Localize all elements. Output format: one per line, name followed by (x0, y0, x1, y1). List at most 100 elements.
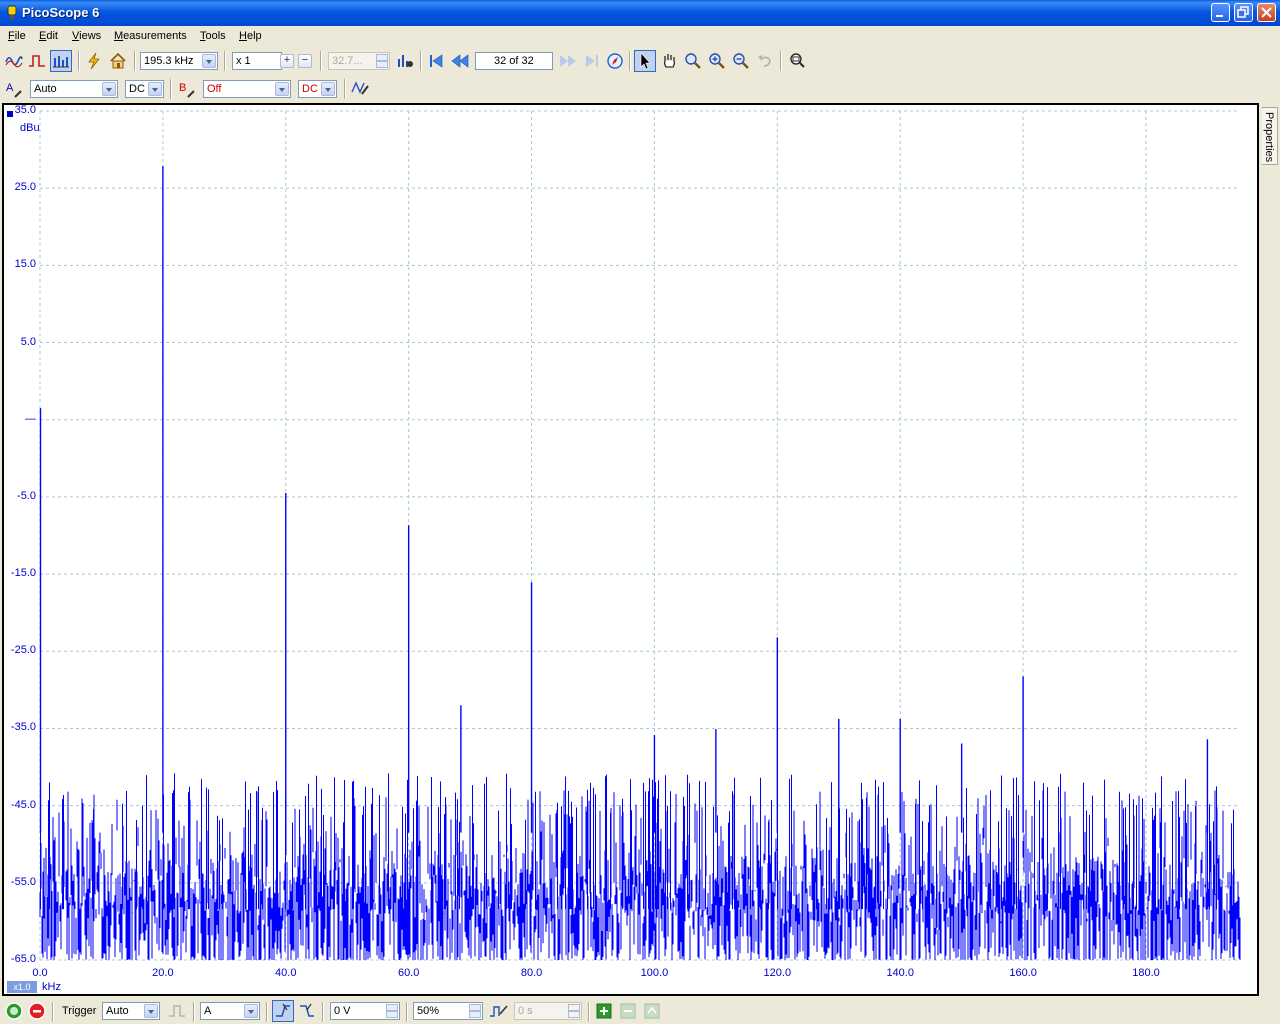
scope-mode-button[interactable] (3, 50, 25, 72)
minus-icon: − (301, 54, 309, 66)
buffer-position-field[interactable]: 32 of 32 (475, 52, 553, 70)
stop-button[interactable] (26, 1000, 48, 1022)
default-setup-button[interactable] (107, 50, 129, 72)
toolbar-separator (344, 79, 346, 99)
chevron-down-icon[interactable] (102, 82, 116, 96)
pretrigger-input[interactable]: 50% (413, 1002, 483, 1020)
menu-views[interactable]: Views (72, 30, 101, 42)
frequency-select[interactable]: 195.3 kHz (140, 52, 218, 70)
toolbar-separator (406, 1002, 408, 1022)
delay-value: 0 s (518, 1005, 533, 1017)
trigger-source-value: A (204, 1005, 212, 1017)
toolbar-separator (224, 51, 226, 71)
x-tick-label: 60.0 (397, 967, 420, 979)
skip-first-icon (430, 54, 443, 68)
pointer-tool-button[interactable] (634, 50, 656, 72)
trigger-delay-icon (490, 1005, 508, 1017)
menu-file[interactable]: File (8, 30, 26, 42)
rising-edge-icon (276, 1003, 290, 1017)
post-trigger-delay-button[interactable] (488, 1000, 510, 1022)
minimize-button[interactable] (1211, 3, 1230, 22)
toolbar-separator (193, 1002, 195, 1022)
menu-help[interactable]: Help (239, 30, 262, 42)
channel-a-coupling-value: DC (129, 83, 145, 95)
spectrum-mode-button[interactable] (50, 50, 72, 72)
spin-up-icon[interactable] (386, 1004, 398, 1011)
zoom-increase-button[interactable]: + (280, 54, 294, 68)
channel-a-range-select[interactable]: Auto (30, 80, 118, 98)
x-scale-badge[interactable]: x1.0 (7, 981, 37, 993)
edit-measurement-button (641, 1000, 663, 1022)
spectrum-trace (39, 166, 1241, 960)
spin-down-icon[interactable] (386, 1011, 398, 1018)
zoom-tool-button[interactable] (682, 50, 704, 72)
add-measurement-button[interactable] (593, 1000, 615, 1022)
spin-up-icon[interactable] (469, 1004, 481, 1011)
last-buffer-button (581, 50, 603, 72)
toolbar-separator (629, 51, 631, 71)
trigger-level-value: 0 V (334, 1005, 351, 1017)
trigger-mode-value: Auto (106, 1005, 129, 1017)
falling-edge-button[interactable] (296, 1000, 318, 1022)
menu-tools[interactable]: Tools (200, 30, 226, 42)
trigger-label: Trigger (62, 1005, 97, 1017)
rewind-icon (451, 54, 469, 68)
rising-edge-button[interactable] (272, 1000, 294, 1022)
channel-a-coupling-select[interactable]: DC (125, 80, 164, 98)
channel-b-label[interactable]: B (179, 82, 186, 94)
y-tick-label: 5.0 (20, 335, 36, 348)
sine-wave-icon (5, 56, 23, 68)
properties-tab[interactable]: Properties (1262, 107, 1278, 165)
chevron-down-icon[interactable] (202, 54, 216, 68)
spin-down-icon[interactable] (469, 1011, 481, 1018)
trigger-mode-select[interactable]: Auto (102, 1002, 160, 1020)
spectrum-view[interactable]: 35.0 25.0 15.0 5.0 — -5.0 -15.0 -25.0 -35.0 -45.0… (2, 103, 1259, 996)
fast-forward-icon (560, 55, 576, 67)
channel-b-coupling-select[interactable]: DC (298, 80, 337, 98)
auto-setup-button[interactable] (83, 50, 105, 72)
delay-input: 0 s (514, 1002, 582, 1020)
buffer-navigator-button[interactable] (604, 50, 626, 72)
hand-tool-button[interactable] (658, 50, 680, 72)
spectrum-chart[interactable] (4, 105, 1257, 994)
toolbar-separator (588, 1002, 590, 1022)
zoom-in-button[interactable] (706, 50, 728, 72)
channel-a-label[interactable]: A (6, 82, 13, 94)
persistence-mode-button[interactable] (26, 50, 48, 72)
zoom-factor-value: x 1 (236, 55, 251, 67)
maximize-button[interactable] (1234, 3, 1253, 22)
chevron-down-icon[interactable] (148, 82, 162, 96)
channel-a-range-value: Auto (34, 83, 57, 95)
menu-measurements[interactable]: Measurements (114, 30, 187, 42)
trigger-level-input[interactable]: 0 V (330, 1002, 400, 1020)
first-buffer-button[interactable] (425, 50, 447, 72)
chevron-down-icon[interactable] (244, 1004, 258, 1018)
chevron-down-icon[interactable] (321, 82, 335, 96)
channel-options-button[interactable] (350, 77, 372, 99)
close-button[interactable] (1257, 3, 1276, 22)
undo-icon (758, 55, 771, 67)
menu-bar: File Edit Views Measurements Tools Help (0, 26, 1280, 46)
trigger-source-select[interactable]: A (200, 1002, 260, 1020)
chevron-down-icon[interactable] (144, 1004, 158, 1018)
spectrum-options-button[interactable] (394, 50, 416, 72)
channel-b-range-select[interactable]: Off (203, 80, 291, 98)
zoom-overview-button[interactable] (786, 50, 808, 72)
zoom-factor-input[interactable]: x 1 (232, 52, 282, 70)
picoscope-app-icon (7, 5, 17, 20)
buffer-position-value: 32 of 32 (494, 55, 534, 67)
zoom-in-icon (709, 53, 725, 69)
x-tick-label: 140.0 (886, 967, 914, 979)
menu-edit[interactable]: Edit (39, 30, 58, 42)
properties-tab-label: Properties (1263, 112, 1275, 163)
x-tick-label: 40.0 (275, 967, 297, 979)
y-tick-label: -55.0 (10, 875, 36, 888)
zoom-out-button[interactable] (730, 50, 752, 72)
zoom-decrease-button[interactable]: − (298, 54, 312, 68)
chevron-down-icon[interactable] (275, 82, 289, 96)
previous-buffer-button[interactable] (449, 50, 471, 72)
spectrum-options-icon (398, 55, 413, 67)
start-button[interactable] (3, 1000, 25, 1022)
frequency-value: 195.3 kHz (144, 55, 194, 67)
toolbar-separator (78, 51, 80, 71)
